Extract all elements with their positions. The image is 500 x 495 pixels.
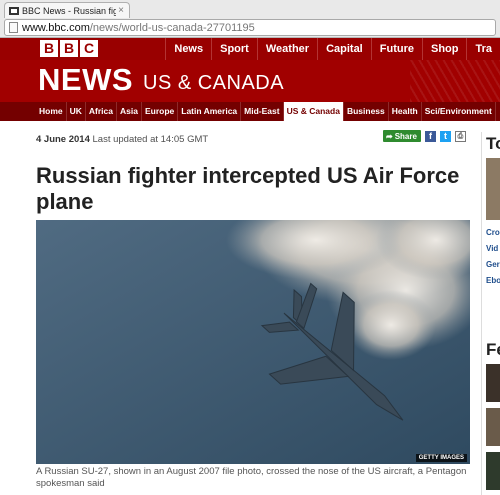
bbc-logo[interactable]: B B C [40,40,98,57]
rail-link[interactable]: Ebo [486,276,500,285]
print-icon[interactable]: ⎙ [454,130,466,142]
section-business[interactable]: Business [344,102,389,121]
share-tools: ➦ Share f t ⎙ [383,130,466,142]
topnav-travel[interactable]: Tra [466,38,500,60]
url-host: www.bbc.com [22,21,90,34]
news-logo[interactable]: NEWS [38,62,133,98]
rail-thumbnail[interactable] [486,364,500,402]
image-credit: GETTY IMAGES [415,454,467,462]
url-path: /news/world-us-canada-27701195 [89,21,255,34]
share-button[interactable]: ➦ Share [383,130,421,142]
twitter-icon[interactable]: t [439,130,451,142]
news-masthead: NEWS US & CANADA [0,60,500,102]
bbc-logo-block: B [40,40,58,57]
topnav-sport[interactable]: Sport [211,38,257,60]
section-home[interactable]: Home [36,102,67,121]
section-africa[interactable]: Africa [86,102,117,121]
tab-title: BBC News - Russian fighte [22,5,116,16]
rail-link[interactable]: Cro [486,228,500,237]
section-nav: Home UK Africa Asia Europe Latin America… [0,102,500,121]
section-us-canada[interactable]: US & Canada [283,102,344,121]
topnav-future[interactable]: Future [370,38,422,60]
facebook-icon[interactable]: f [424,130,436,142]
address-bar[interactable]: www.bbc.com/news/world-us-canada-2770119… [4,19,496,36]
topnav-capital[interactable]: Capital [317,38,371,60]
tab-close-icon[interactable]: × [116,5,126,16]
section-latin-america[interactable]: Latin America [178,102,242,121]
topnav-shop[interactable]: Shop [421,38,467,60]
bbc-topnav: News Sport Weather Capital Future Shop T… [165,38,500,60]
image-caption: A Russian SU-27, shown in an August 2007… [36,466,467,489]
rail-heading-top-stories: To [486,134,500,153]
article-meta: 4 June 2014 Last updated at 14:05 GMT [36,134,208,145]
article-hero-image: GETTY IMAGES [36,220,470,464]
rail-thumbnail[interactable] [486,408,500,446]
bbc-logo-block: B [60,40,78,57]
browser-tab[interactable]: BBC News - Russian fighte × [4,2,130,18]
article-headline: Russian fighter intercepted US Air Force… [36,163,460,214]
rail-link[interactable]: Ger [486,260,500,269]
rail-thumbnail[interactable] [486,158,500,220]
section-asia[interactable]: Asia [117,102,142,121]
section-health[interactable]: Health [389,102,422,121]
section-europe[interactable]: Europe [142,102,179,121]
bbc-top-bar: B B C News Sport Weather Capital Future … [0,38,500,60]
section-uk[interactable]: UK [67,102,86,121]
browser-chrome: BBC News - Russian fighte × www.bbc.com/… [0,0,500,38]
fighter-jet-photo [36,220,470,464]
article-date: 4 June 2014 [36,134,90,145]
bbc-favicon-icon [9,6,19,15]
section-sci-environment[interactable]: Sci/Environment [422,102,496,121]
rail-thumbnail[interactable] [486,452,500,490]
share-label: Share [394,131,417,141]
share-icon: ➦ [386,131,393,141]
rail-heading-features: Fe [486,340,500,359]
right-rail: To Cro Vid Ger Ebo Fe [481,132,500,495]
topnav-weather[interactable]: Weather [256,38,317,60]
rail-link[interactable]: Vid [486,244,498,253]
topnav-news[interactable]: News [165,38,211,60]
article-updated: Last updated at 14:05 GMT [92,134,209,145]
page-icon [9,22,18,33]
region-title: US & CANADA [143,72,285,94]
bbc-logo-block: C [80,40,98,57]
section-mid-east[interactable]: Mid-East [241,102,284,121]
